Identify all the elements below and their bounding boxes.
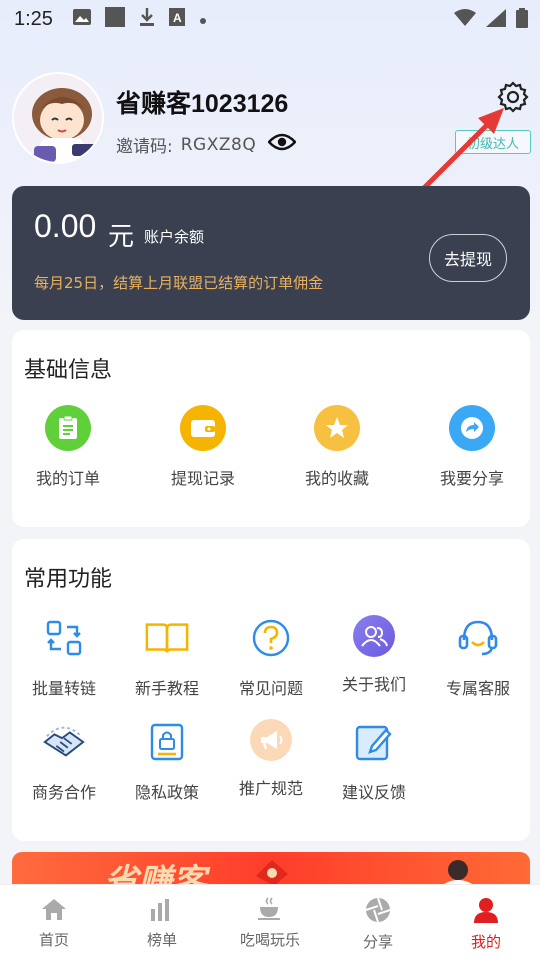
batch-convert-label: 批量转链 <box>31 679 96 698</box>
tab-share[interactable]: 分享 <box>324 885 432 960</box>
download-icon <box>139 7 155 32</box>
invite-code-row: 邀请码: RGXZ8Q <box>116 132 297 157</box>
balance-label: 账户余额 <box>144 228 205 246</box>
book-icon <box>144 615 190 661</box>
customer-service-button[interactable]: 专属客服 <box>428 615 528 699</box>
dot-icon <box>199 8 207 30</box>
batch-convert-button[interactable]: 批量转链 <box>14 615 114 699</box>
tutorial-button[interactable]: 新手教程 <box>117 615 217 699</box>
withdraw-button[interactable]: 去提现 <box>429 234 507 282</box>
batch-convert-icon <box>41 615 87 661</box>
wallet-icon <box>180 405 226 451</box>
a-notification-icon: A <box>168 7 185 31</box>
promotion-rules-label: 推广规范 <box>238 779 303 798</box>
business-cooperation-label: 商务合作 <box>31 783 96 802</box>
user-icon <box>472 897 500 927</box>
people-icon <box>353 615 395 657</box>
withdraw-records-button[interactable]: 提现记录 <box>153 405 253 489</box>
share-arrow-icon <box>449 405 495 451</box>
lock-document-icon <box>144 719 190 765</box>
faq-label: 常见问题 <box>238 679 303 698</box>
megaphone-icon <box>250 719 292 761</box>
headset-icon <box>455 615 501 661</box>
common-functions-card: 常用功能 批量转链 新手教程 常见问题 关于我们 专属客服 商务合作 隐私政策 … <box>12 539 530 841</box>
feedback-button[interactable]: 建议反馈 <box>324 719 424 803</box>
privacy-policy-label: 隐私政策 <box>134 783 199 802</box>
clipboard-icon <box>45 405 91 451</box>
about-us-label: 关于我们 <box>341 675 406 694</box>
coffee-icon <box>256 897 284 925</box>
tab-ranking-label: 榜单 <box>146 931 177 949</box>
status-time: 1:25 <box>14 7 53 30</box>
status-bar: 1:25 A <box>0 0 540 38</box>
gallery-notification-icon <box>72 8 91 30</box>
home-icon <box>40 897 68 925</box>
tab-home[interactable]: 首页 <box>0 885 108 960</box>
balance-amount: 0.00 <box>34 208 97 244</box>
wifi-icon <box>454 9 476 32</box>
share-label: 我要分享 <box>439 469 504 488</box>
balance-card: 0.00 元 账户余额 每月25日，结算上月联盟已结算的订单佣金 去提现 <box>12 186 530 320</box>
tab-entertainment-label: 吃喝玩乐 <box>239 931 300 949</box>
my-orders-label: 我的订单 <box>35 469 100 488</box>
basic-info-card: 基础信息 我的订单 提现记录 我的收藏 我要分享 <box>12 330 530 527</box>
app-notification-icon <box>104 6 125 32</box>
balance-unit: 元 <box>108 222 135 252</box>
basic-info-title: 基础信息 <box>24 358 113 383</box>
customer-service-label: 专属客服 <box>445 679 510 698</box>
tutorial-label: 新手教程 <box>134 679 199 698</box>
avatar[interactable] <box>12 72 104 164</box>
signal-icon <box>486 9 506 32</box>
tab-mine-label: 我的 <box>470 933 501 951</box>
business-cooperation-button[interactable]: 商务合作 <box>14 719 114 803</box>
bottom-tab-bar: 首页 榜单 吃喝玩乐 分享 我的 <box>0 884 540 960</box>
my-orders-button[interactable]: 我的订单 <box>18 405 118 489</box>
my-favorites-label: 我的收藏 <box>304 469 369 488</box>
share-button[interactable]: 我要分享 <box>422 405 522 489</box>
withdraw-records-label: 提现记录 <box>170 469 235 488</box>
star-icon <box>314 405 360 451</box>
tab-entertainment[interactable]: 吃喝玩乐 <box>216 885 324 960</box>
privacy-policy-button[interactable]: 隐私政策 <box>117 719 217 803</box>
invite-label: 邀请码: <box>116 137 173 157</box>
svg-text:A: A <box>173 11 182 25</box>
username: 省赚客1023126 <box>116 90 289 118</box>
tab-ranking[interactable]: 榜单 <box>108 885 216 960</box>
feedback-label: 建议反馈 <box>341 783 406 802</box>
about-us-button[interactable]: 关于我们 <box>324 615 424 695</box>
aperture-icon <box>364 897 392 927</box>
promotion-rules-button[interactable]: 推广规范 <box>221 719 321 799</box>
tab-home-label: 首页 <box>38 931 69 949</box>
faq-button[interactable]: 常见问题 <box>221 615 321 699</box>
tab-mine[interactable]: 我的 <box>432 885 540 960</box>
handshake-icon <box>41 719 87 765</box>
settlement-note: 每月25日，结算上月联盟已结算的订单佣金 <box>34 274 324 292</box>
ranking-icon <box>148 897 176 925</box>
invite-code: RGXZ8Q <box>180 134 257 155</box>
common-functions-title: 常用功能 <box>24 567 113 592</box>
question-icon <box>248 615 294 661</box>
eye-icon[interactable] <box>267 133 297 156</box>
my-favorites-button[interactable]: 我的收藏 <box>287 405 387 489</box>
settings-gear-icon[interactable] <box>496 80 530 114</box>
edit-icon <box>351 719 397 765</box>
level-badge: 初级达人 <box>455 130 531 154</box>
tab-share-label: 分享 <box>362 933 393 951</box>
battery-icon <box>516 8 528 33</box>
